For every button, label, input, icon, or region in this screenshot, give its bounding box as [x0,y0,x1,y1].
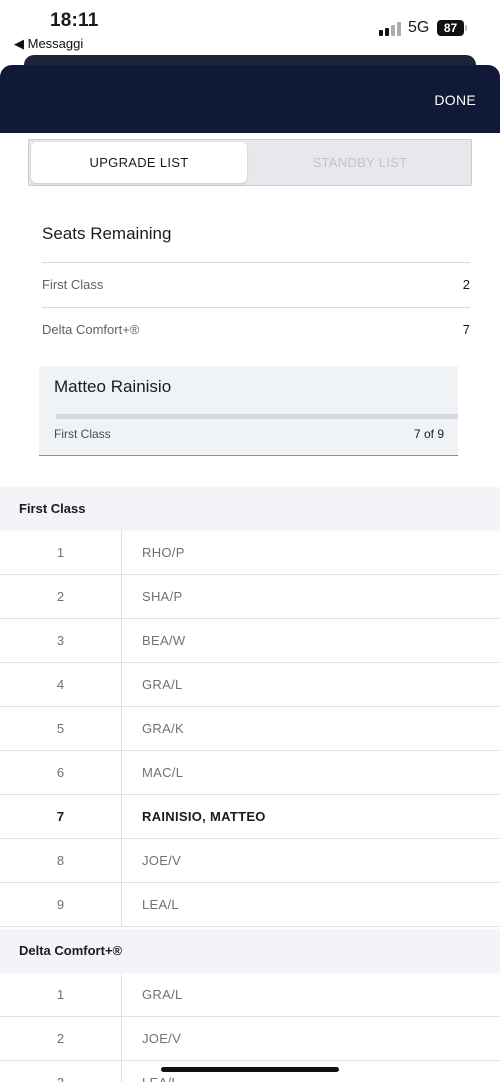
seats-row-value: 2 [462,277,470,292]
tab-upgrade-list[interactable]: UPGRADE LIST [31,142,247,183]
section-header-first-class: First Class [0,487,500,531]
list-position: 9 [0,883,122,927]
list-item-current-user: 7 RAINISIO, MATTEO [0,795,500,839]
done-button[interactable]: DONE [434,92,476,108]
list-passenger: JOE/V [142,1031,182,1046]
list-position: 2 [0,575,122,619]
status-bar: 18:11 ◀ Messaggi 5G 87 [0,0,500,56]
list-passenger: JOE/V [142,853,182,868]
list-item: 1 RHO/P [0,531,500,575]
list-item: 2 SHA/P [0,575,500,619]
list-passenger: BEA/W [142,633,186,648]
list-item: 9 LEA/L [0,883,500,927]
passenger-name: Matteo Rainisio [54,377,172,396]
list-passenger: MAC/L [142,765,184,780]
passenger-position: 7 of 9 [413,427,444,441]
seats-row-label: Delta Comfort+® [42,322,140,337]
passenger-cabin: First Class [54,427,111,441]
list-position: 3 [0,619,122,663]
seats-row-label: First Class [42,277,104,292]
list-item: 2 JOE/V [0,1017,500,1061]
seats-remaining-title: Seats Remaining [42,224,172,243]
list-position: 6 [0,751,122,795]
list-position: 2 [0,1017,122,1061]
battery-tip [465,25,467,31]
list-position: 3 [0,1061,122,1082]
list-item: 1 GRA/L [0,973,500,1017]
network-type: 5G [408,19,430,36]
sheet-header: DONE [0,65,500,133]
seats-row-first-class: First Class 2 [42,262,470,307]
list-passenger: GRA/L [142,677,183,692]
section-title: First Class [19,501,86,516]
status-time: 18:11 [50,10,99,31]
list-type-segmented-control: UPGRADE LIST STANDBY LIST [28,139,472,186]
list-item: 5 GRA/K [0,707,500,751]
back-to-app-link[interactable]: ◀ Messaggi [14,36,83,52]
list-position: 8 [0,839,122,883]
list-passenger: RHO/P [142,545,185,560]
list-passenger: LEA/L [142,897,179,912]
tab-standby-list[interactable]: STANDBY LIST [251,142,469,183]
battery-icon: 87 [437,20,464,36]
list-item: 6 MAC/L [0,751,500,795]
list-passenger: SHA/P [142,589,183,604]
position-progress-bar [56,414,458,419]
list-item: 3 BEA/W [0,619,500,663]
section-title: Delta Comfort+® [19,943,123,958]
list-position: 7 [0,795,122,839]
seats-row-value: 7 [462,322,470,337]
seats-row-comfort-plus: Delta Comfort+® 7 [42,307,470,352]
list-passenger: RAINISIO, MATTEO [142,809,266,824]
list-position: 4 [0,663,122,707]
list-position: 5 [0,707,122,751]
list-passenger: GRA/L [142,987,183,1002]
passenger-status-card: Matteo Rainisio First Class 7 of 9 [39,366,458,456]
list-item: 4 GRA/L [0,663,500,707]
signal-icon [379,20,403,36]
section-header-comfort-plus: Delta Comfort+® [0,929,500,973]
list-position: 1 [0,973,122,1017]
list-passenger: GRA/K [142,721,184,736]
list-item: 8 JOE/V [0,839,500,883]
list-position: 1 [0,531,122,575]
home-indicator[interactable] [161,1067,339,1072]
